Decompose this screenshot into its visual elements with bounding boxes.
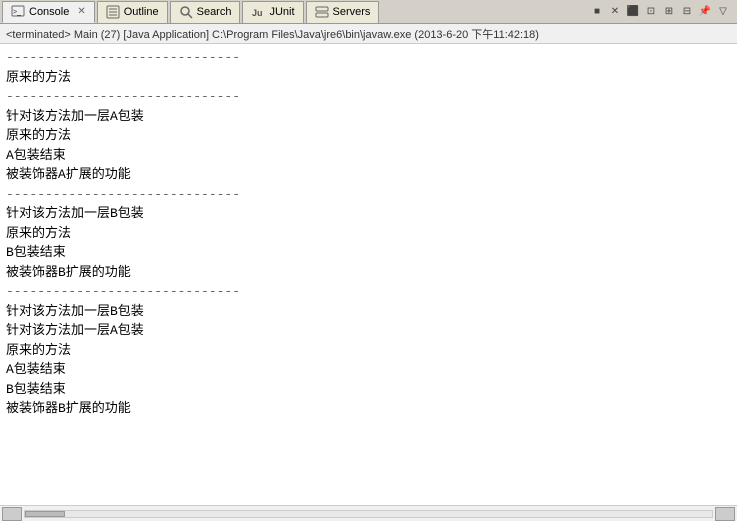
console-line: B包装结束 [6, 243, 731, 263]
horizontal-scrollbar[interactable] [0, 505, 737, 521]
console-line: ------------------------------ [6, 185, 731, 205]
view-menu-button[interactable]: ▽ [715, 4, 731, 20]
console-tab-close[interactable]: ✕ [77, 6, 85, 17]
tab-bar: >_ Console ✕ Outline [0, 0, 737, 24]
search-tab-icon [179, 5, 193, 19]
tab-search[interactable]: Search [170, 1, 241, 23]
clear-button[interactable]: ⊡ [643, 4, 659, 20]
tab-servers[interactable]: Servers [306, 1, 380, 23]
console-line: 原来的方法 [6, 126, 731, 146]
console-tab-icon: >_ [11, 5, 25, 19]
console-content[interactable]: ------------------------------ 原来的方法 ---… [0, 44, 737, 505]
servers-tab-icon [315, 5, 329, 19]
scroll-lock-button[interactable]: ⊞ [661, 4, 677, 20]
scrollbar-track[interactable] [24, 510, 713, 518]
svg-text:Ju: Ju [252, 8, 263, 18]
console-line: A包装结束 [6, 146, 731, 166]
console-line: ------------------------------ [6, 282, 731, 302]
console-line: 针对该方法加一层B包装 [6, 204, 731, 224]
console-line: 针对该方法加一层A包装 [6, 321, 731, 341]
scrollbar-thumb[interactable] [25, 511, 65, 517]
tab-console[interactable]: >_ Console ✕ [2, 1, 95, 23]
tab-junit[interactable]: Ju JUnit [242, 1, 303, 23]
scrollbar-left-arrow[interactable] [2, 507, 22, 521]
outline-tab-label: Outline [124, 6, 159, 18]
console-line: 原来的方法 [6, 341, 731, 361]
console-line: 被装饰器B扩展的功能 [6, 263, 731, 283]
outline-tab-icon [106, 5, 120, 19]
console-line: A包装结束 [6, 360, 731, 380]
console-line: 原来的方法 [6, 224, 731, 244]
console-line: B包装结束 [6, 380, 731, 400]
toolbar-actions: ■ ✕ ⬛ ⊡ ⊞ ⊟ 📌 ▽ [589, 4, 731, 20]
disconnect-button[interactable]: ⬛ [625, 4, 641, 20]
status-bar: <terminated> Main (27) [Java Application… [0, 24, 737, 44]
junit-tab-label: JUnit [269, 6, 294, 18]
search-tab-label: Search [197, 6, 232, 18]
servers-tab-label: Servers [333, 6, 371, 18]
new-console-button[interactable]: ⊟ [679, 4, 695, 20]
status-text: <terminated> Main (27) [Java Application… [6, 26, 539, 42]
terminate-button[interactable]: ✕ [607, 4, 623, 20]
pin-console-button[interactable]: 📌 [697, 4, 713, 20]
console-line: 被装饰器A扩展的功能 [6, 165, 731, 185]
junit-tab-icon: Ju [251, 5, 265, 19]
scrollbar-right-arrow[interactable] [715, 507, 735, 521]
console-line: 针对该方法加一层B包装 [6, 302, 731, 322]
console-line: 针对该方法加一层A包装 [6, 107, 731, 127]
console-tab-label: Console [29, 6, 69, 18]
stop-button[interactable]: ■ [589, 4, 605, 20]
tab-outline[interactable]: Outline [97, 1, 168, 23]
console-line: 原来的方法 [6, 68, 731, 88]
console-line: ------------------------------ [6, 48, 731, 68]
console-line: ------------------------------ [6, 87, 731, 107]
eclipse-window: >_ Console ✕ Outline [0, 0, 737, 521]
svg-text:>_: >_ [13, 9, 21, 16]
console-line: 被装饰器B扩展的功能 [6, 399, 731, 419]
